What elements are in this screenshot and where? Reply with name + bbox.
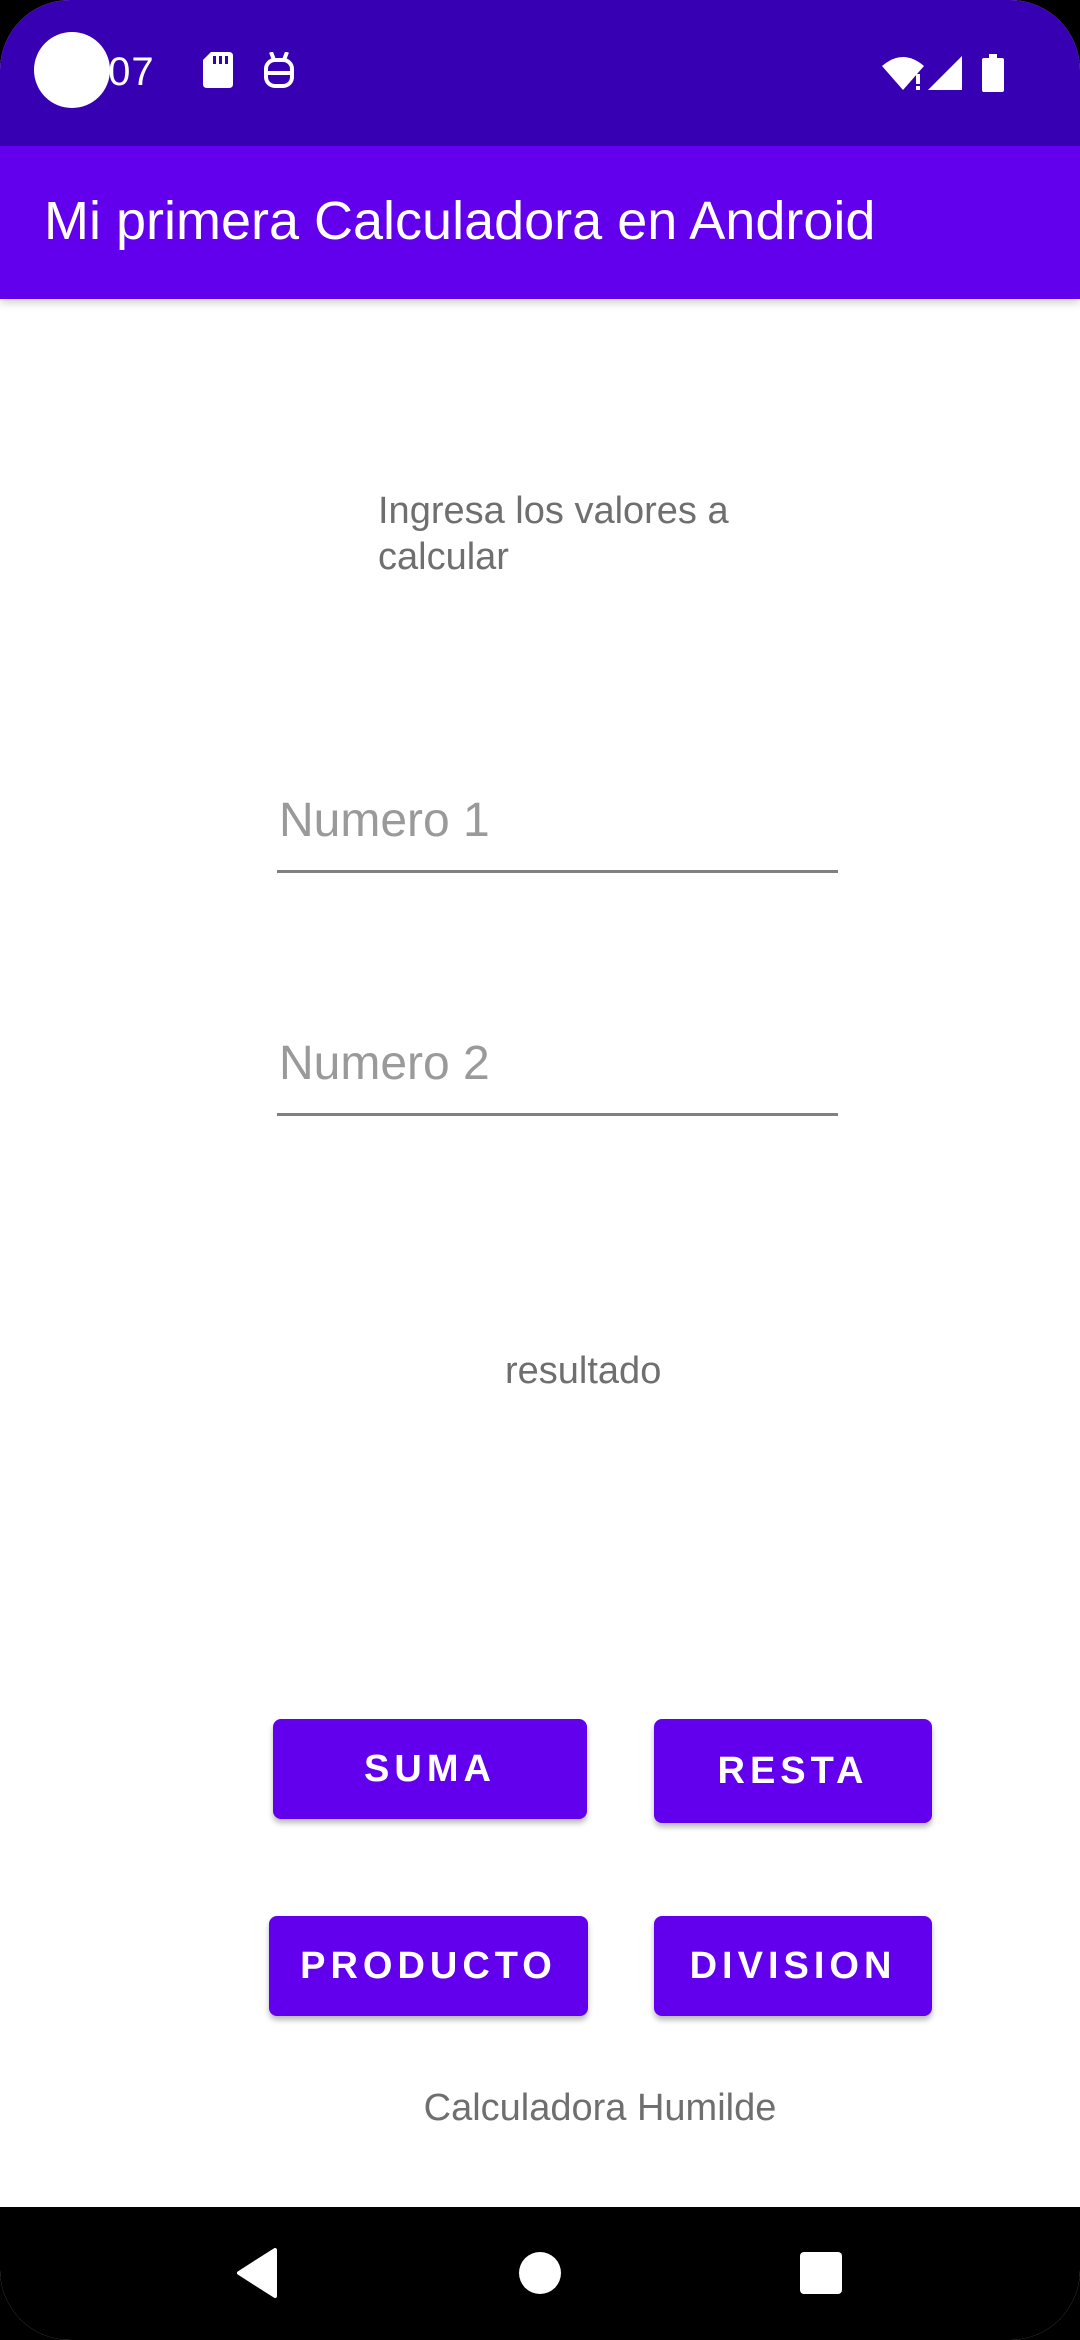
instruction-text: Ingresa los valores a calcular	[378, 490, 729, 570]
camera-hole	[34, 32, 110, 108]
sd-card-icon	[203, 52, 233, 93]
app-title: Mi primera Calculadora en Android	[44, 191, 876, 251]
back-icon[interactable]	[209, 2225, 305, 2321]
navigation-bar	[0, 2207, 1080, 2340]
recents-icon[interactable]	[773, 2225, 869, 2321]
wifi-icon	[882, 56, 924, 95]
number2-input[interactable]	[277, 1023, 838, 1116]
app-bar: Mi primera Calculadora en Android	[0, 146, 1080, 299]
resta-button[interactable]: RESTA	[654, 1719, 932, 1823]
notification-icon	[263, 51, 295, 95]
screen: :07 Mi primera Calculadora en Android In…	[0, 0, 1080, 2340]
signal-icon	[928, 56, 962, 95]
division-button[interactable]: DIVISION	[654, 1916, 932, 2016]
number1-input[interactable]	[277, 780, 838, 873]
status-bar: :07	[0, 0, 1080, 146]
battery-icon	[982, 54, 1004, 97]
producto-button[interactable]: PRODUCTO	[269, 1916, 588, 2016]
result-text: resultado	[505, 1350, 662, 1392]
home-icon[interactable]	[492, 2225, 588, 2321]
footer-text: Calculadora Humilde	[423, 2087, 777, 2129]
suma-button[interactable]: SUMA	[273, 1719, 587, 1819]
